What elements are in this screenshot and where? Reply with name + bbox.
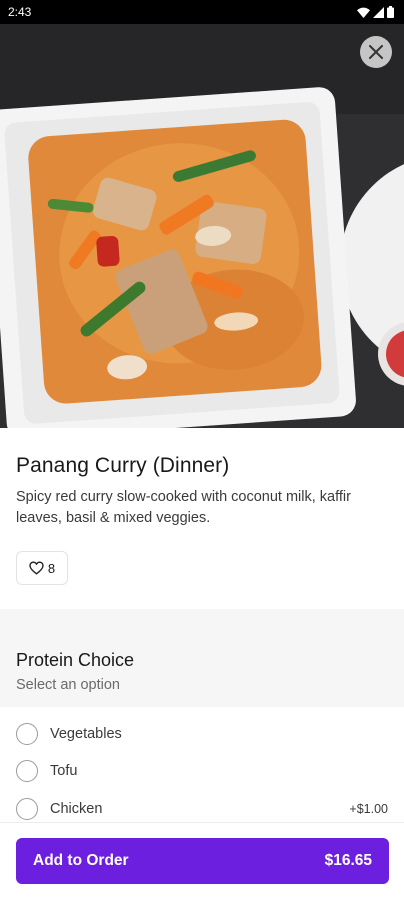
item-photo xyxy=(0,24,404,428)
wifi-icon xyxy=(357,7,370,18)
like-count: 8 xyxy=(47,560,56,576)
option-chicken[interactable]: Chicken +$1.00 xyxy=(16,795,388,823)
item-title: Panang Curry (Dinner) xyxy=(16,454,230,477)
item-description: Spicy red curry slow-cooked with coconut… xyxy=(16,489,351,526)
option-vegetables[interactable]: Vegetables xyxy=(16,720,388,748)
option-tofu[interactable]: Tofu xyxy=(16,757,388,785)
close-icon xyxy=(369,45,383,59)
status-time: 2:43 xyxy=(8,5,32,19)
protein-choice-title: Protein Choice xyxy=(16,650,135,670)
radio-button[interactable] xyxy=(16,760,38,782)
option-label: Chicken xyxy=(50,801,103,817)
add-to-order-button[interactable]: Add to Order $16.65 xyxy=(16,838,389,884)
heart-icon xyxy=(29,561,44,575)
panang-curry-photo xyxy=(0,24,404,428)
radio-button[interactable] xyxy=(16,798,38,820)
status-bar: 2:43 xyxy=(0,0,404,24)
add-to-order-label: Add to Order xyxy=(33,852,129,869)
close-button[interactable] xyxy=(360,36,392,68)
order-total-price: $16.65 xyxy=(324,852,372,869)
option-label: Vegetables xyxy=(50,726,122,742)
option-label: Tofu xyxy=(50,763,78,779)
radio-button[interactable] xyxy=(16,723,38,745)
protein-choice-subtitle: Select an option xyxy=(16,677,120,693)
like-button[interactable]: 8 xyxy=(16,551,68,585)
option-price: +$1.00 xyxy=(349,802,388,816)
battery-icon xyxy=(387,6,394,18)
signal-icon xyxy=(373,6,384,18)
status-icons xyxy=(357,6,394,18)
